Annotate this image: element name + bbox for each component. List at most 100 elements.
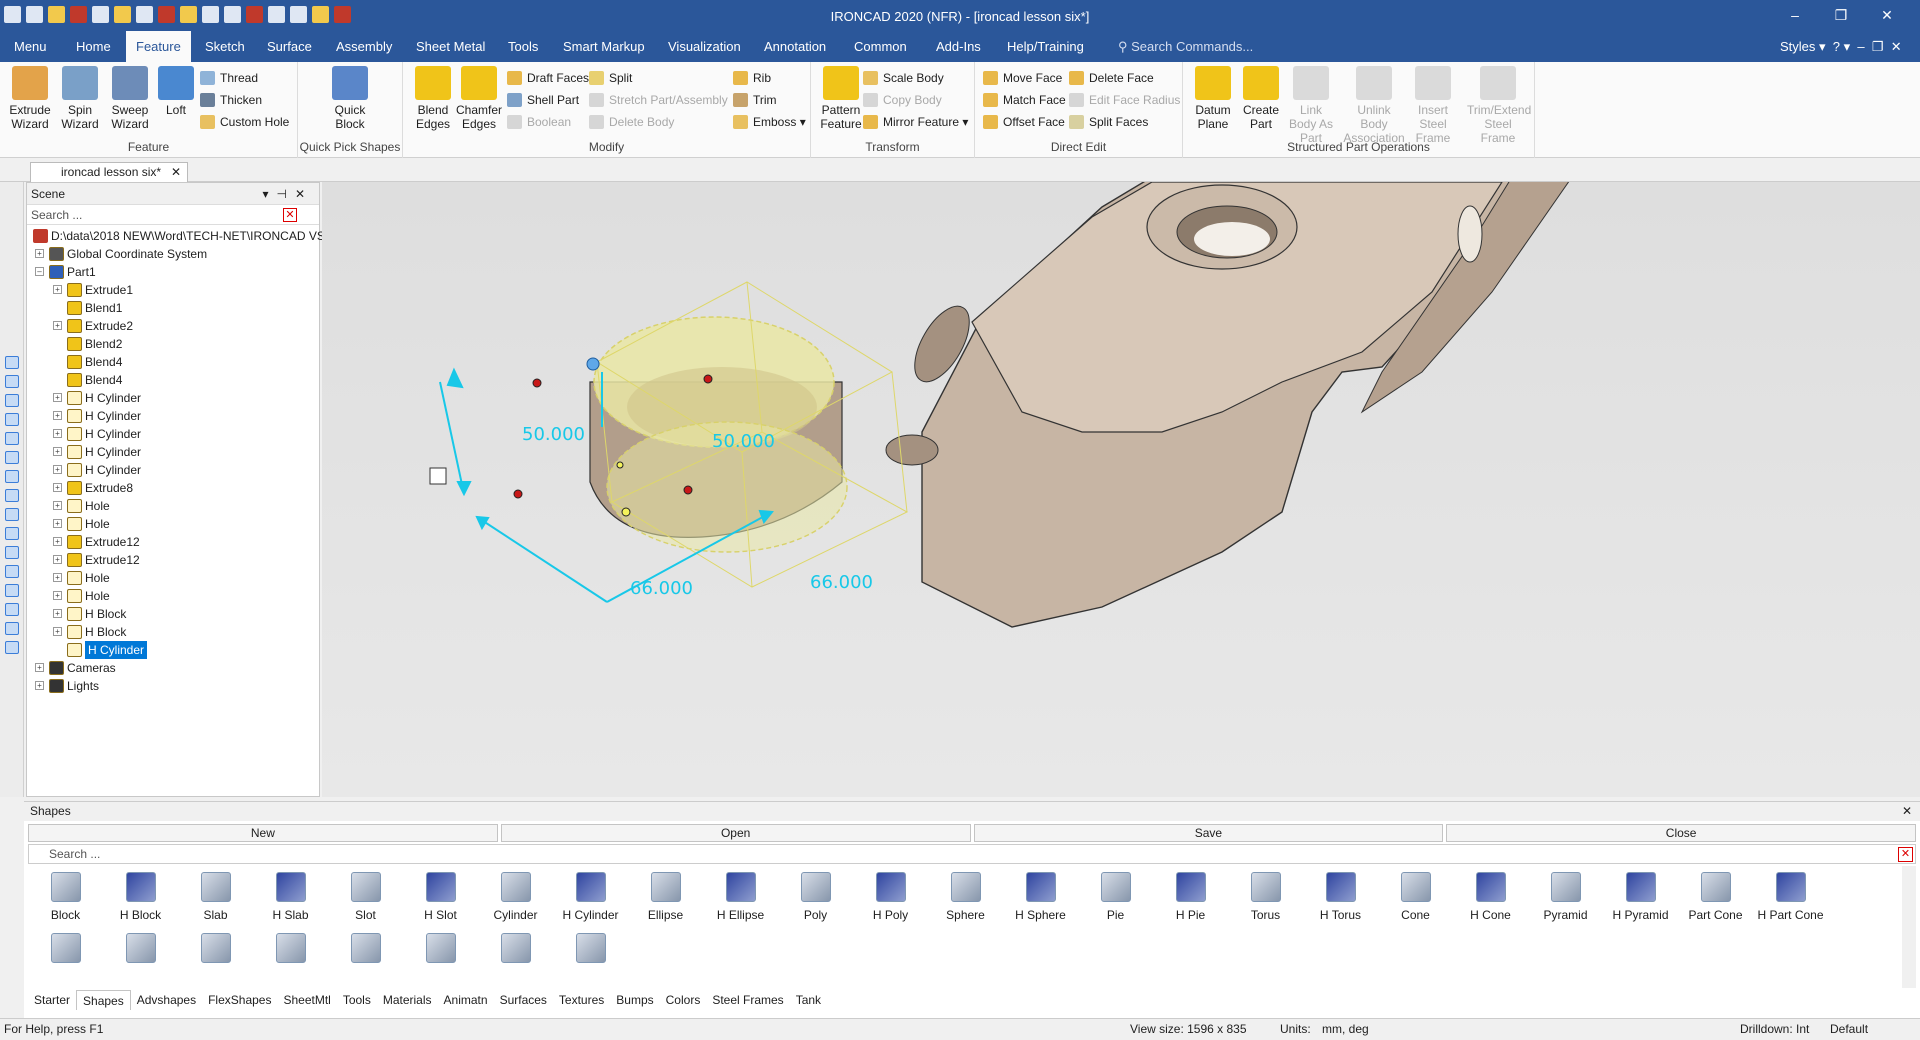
shape-item[interactable]: Block: [28, 866, 103, 924]
catalog-tab[interactable]: Surfaces: [494, 990, 553, 1010]
catalog-tab[interactable]: Materials: [377, 990, 438, 1010]
help-icon[interactable]: ?: [1833, 39, 1840, 54]
expand-icon[interactable]: +: [53, 465, 62, 474]
edit-face-radius-button[interactable]: Edit Face Radius: [1069, 91, 1180, 109]
tree-item[interactable]: + H Block: [27, 605, 319, 623]
tree-root[interactable]: D:\data\2018 NEW\Word\TECH-NET\IRONCAD V…: [27, 227, 325, 245]
tree-item[interactable]: Blend2: [27, 335, 319, 353]
open-catalog-button[interactable]: Open: [500, 824, 971, 842]
unlink-body-button[interactable]: Unlink Body Association: [1343, 66, 1405, 145]
shape-item[interactable]: [253, 927, 328, 985]
tree-item[interactable]: + Extrude2: [27, 317, 319, 335]
catalog-tab[interactable]: Starter: [28, 990, 76, 1010]
expand-icon[interactable]: +: [53, 573, 62, 582]
spin-wizard-button[interactable]: Spin Wizard: [54, 66, 106, 131]
expand-icon[interactable]: +: [53, 519, 62, 528]
loft-button[interactable]: Loft: [150, 66, 202, 117]
mirror-feature-button[interactable]: Mirror Feature ▾: [863, 113, 968, 131]
tree-item[interactable]: + Lights: [27, 677, 319, 695]
shape-item[interactable]: Slot: [328, 866, 403, 924]
shape-item[interactable]: Cylinder: [478, 866, 553, 924]
catalog-scrollbar[interactable]: [1902, 866, 1916, 988]
custom-hole-button[interactable]: Custom Hole: [200, 113, 289, 131]
restore-button[interactable]: ❐: [1818, 3, 1864, 27]
save-catalog-button[interactable]: Save: [973, 824, 1444, 842]
shape-item[interactable]: H Sphere: [1003, 866, 1078, 924]
expand-icon[interactable]: +: [53, 321, 62, 330]
pattern-feature-button[interactable]: Pattern Feature: [815, 66, 867, 131]
scale-body-button[interactable]: Scale Body: [863, 69, 944, 87]
expand-icon[interactable]: +: [53, 609, 62, 618]
tree-item[interactable]: Blend4: [27, 353, 319, 371]
shape-item[interactable]: H Pie: [1153, 866, 1228, 924]
offset-face-button[interactable]: Offset Face: [983, 113, 1065, 131]
tab-assembly[interactable]: Assembly: [326, 31, 402, 62]
expand-icon[interactable]: +: [53, 429, 62, 438]
shape-item[interactable]: H Cone: [1453, 866, 1528, 924]
tool-icon[interactable]: [4, 641, 19, 654]
thread-button[interactable]: Thread: [200, 69, 258, 87]
dimension-label[interactable]: 66.000: [630, 578, 693, 599]
close-catalog-button[interactable]: Close: [1446, 824, 1916, 842]
shape-item[interactable]: H Cylinder: [553, 866, 628, 924]
close-tab-icon[interactable]: ✕: [171, 165, 181, 179]
styles-dropdown[interactable]: Styles ▾ ? ▾ – ❐ ✕: [1780, 31, 1902, 62]
emboss-button[interactable]: Emboss ▾: [733, 113, 806, 131]
copy-body-button[interactable]: Copy Body: [863, 91, 942, 109]
shape-item[interactable]: Pyramid: [1528, 866, 1603, 924]
shape-item[interactable]: Part Cone: [1678, 866, 1753, 924]
tree-item[interactable]: + Extrude12: [27, 551, 319, 569]
catalog-tab[interactable]: Advshapes: [131, 990, 202, 1010]
close-panel-icon[interactable]: ✕: [1902, 802, 1912, 821]
blend-edges-button[interactable]: Blend Edges: [407, 66, 459, 131]
3d-viewport[interactable]: 50.000 50.000 66.000 66.000: [322, 182, 1920, 797]
tree-item[interactable]: H Cylinder: [27, 641, 319, 659]
catalog-tab[interactable]: Shapes: [76, 990, 131, 1010]
thicken-button[interactable]: Thicken: [200, 91, 262, 109]
expand-icon[interactable]: +: [53, 483, 62, 492]
tab-add-ins[interactable]: Add-Ins: [926, 31, 991, 62]
tree-item[interactable]: – Part1: [27, 263, 319, 281]
catalog-tab[interactable]: Steel Frames: [706, 990, 789, 1010]
shape-item[interactable]: [103, 927, 178, 985]
model-canvas[interactable]: 50.000 50.000 66.000 66.000: [322, 182, 1920, 797]
tab-visualization[interactable]: Visualization: [658, 31, 751, 62]
shape-item[interactable]: H Ellipse: [703, 866, 778, 924]
minimize-button[interactable]: –: [1772, 3, 1818, 27]
dimension-label[interactable]: 50.000: [522, 424, 585, 445]
tool-icon[interactable]: [4, 508, 19, 521]
tree-item[interactable]: + Extrude1: [27, 281, 319, 299]
tab-surface[interactable]: Surface: [257, 31, 322, 62]
datum-plane-button[interactable]: Datum Plane: [1187, 66, 1239, 131]
draft-faces-button[interactable]: Draft Faces: [507, 69, 589, 87]
expand-icon[interactable]: +: [35, 681, 44, 690]
tool-icon[interactable]: [4, 603, 19, 616]
tree-item[interactable]: + H Cylinder: [27, 461, 319, 479]
chamfer-edges-button[interactable]: Chamfer Edges: [453, 66, 505, 131]
catalog-tab[interactable]: FlexShapes: [202, 990, 277, 1010]
shape-item[interactable]: Cone: [1378, 866, 1453, 924]
anchor-handle-icon[interactable]: [429, 467, 447, 485]
tool-icon[interactable]: [4, 356, 19, 369]
tab-help-training[interactable]: Help/Training: [997, 31, 1094, 62]
tab-annotation[interactable]: Annotation: [754, 31, 836, 62]
shape-item[interactable]: Slab: [178, 866, 253, 924]
units-value[interactable]: mm, deg: [1322, 1019, 1369, 1040]
tree-item[interactable]: + H Cylinder: [27, 389, 319, 407]
panel-buttons[interactable]: ▾⊣✕: [262, 183, 313, 205]
catalog-tab[interactable]: Colors: [660, 990, 707, 1010]
boolean-button[interactable]: Boolean: [507, 113, 571, 131]
clear-search-icon[interactable]: ✕: [283, 208, 297, 222]
shape-item[interactable]: [478, 927, 553, 985]
dimension-label[interactable]: 50.000: [712, 431, 775, 452]
shape-item[interactable]: Torus: [1228, 866, 1303, 924]
shape-item[interactable]: H Part Cone: [1753, 866, 1828, 924]
catalog-tab[interactable]: Bumps: [610, 990, 659, 1010]
create-part-button[interactable]: Create Part: [1235, 66, 1287, 131]
dimension-label[interactable]: 66.000: [810, 572, 873, 593]
style-dropdown[interactable]: Default: [1830, 1019, 1868, 1040]
move-face-button[interactable]: Move Face: [983, 69, 1062, 87]
shape-item[interactable]: [328, 927, 403, 985]
tool-icon[interactable]: [4, 584, 19, 597]
tool-icon[interactable]: [4, 546, 19, 559]
